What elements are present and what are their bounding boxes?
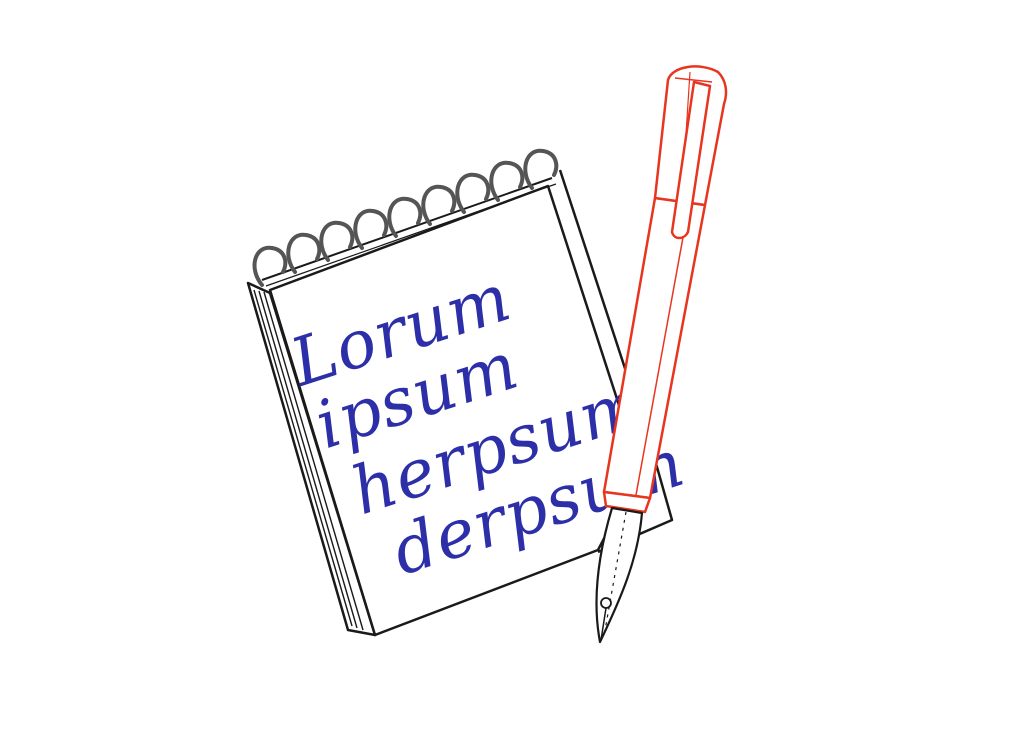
notepad-pen-illustration: Lorum ipsum herpsum derpsum: [246, 65, 728, 644]
spiral-ring: [252, 245, 288, 287]
fountain-pen: [595, 65, 728, 644]
spiral-ring: [286, 232, 322, 274]
illustration-canvas: Lorum ipsum herpsum derpsum: [0, 0, 1024, 752]
